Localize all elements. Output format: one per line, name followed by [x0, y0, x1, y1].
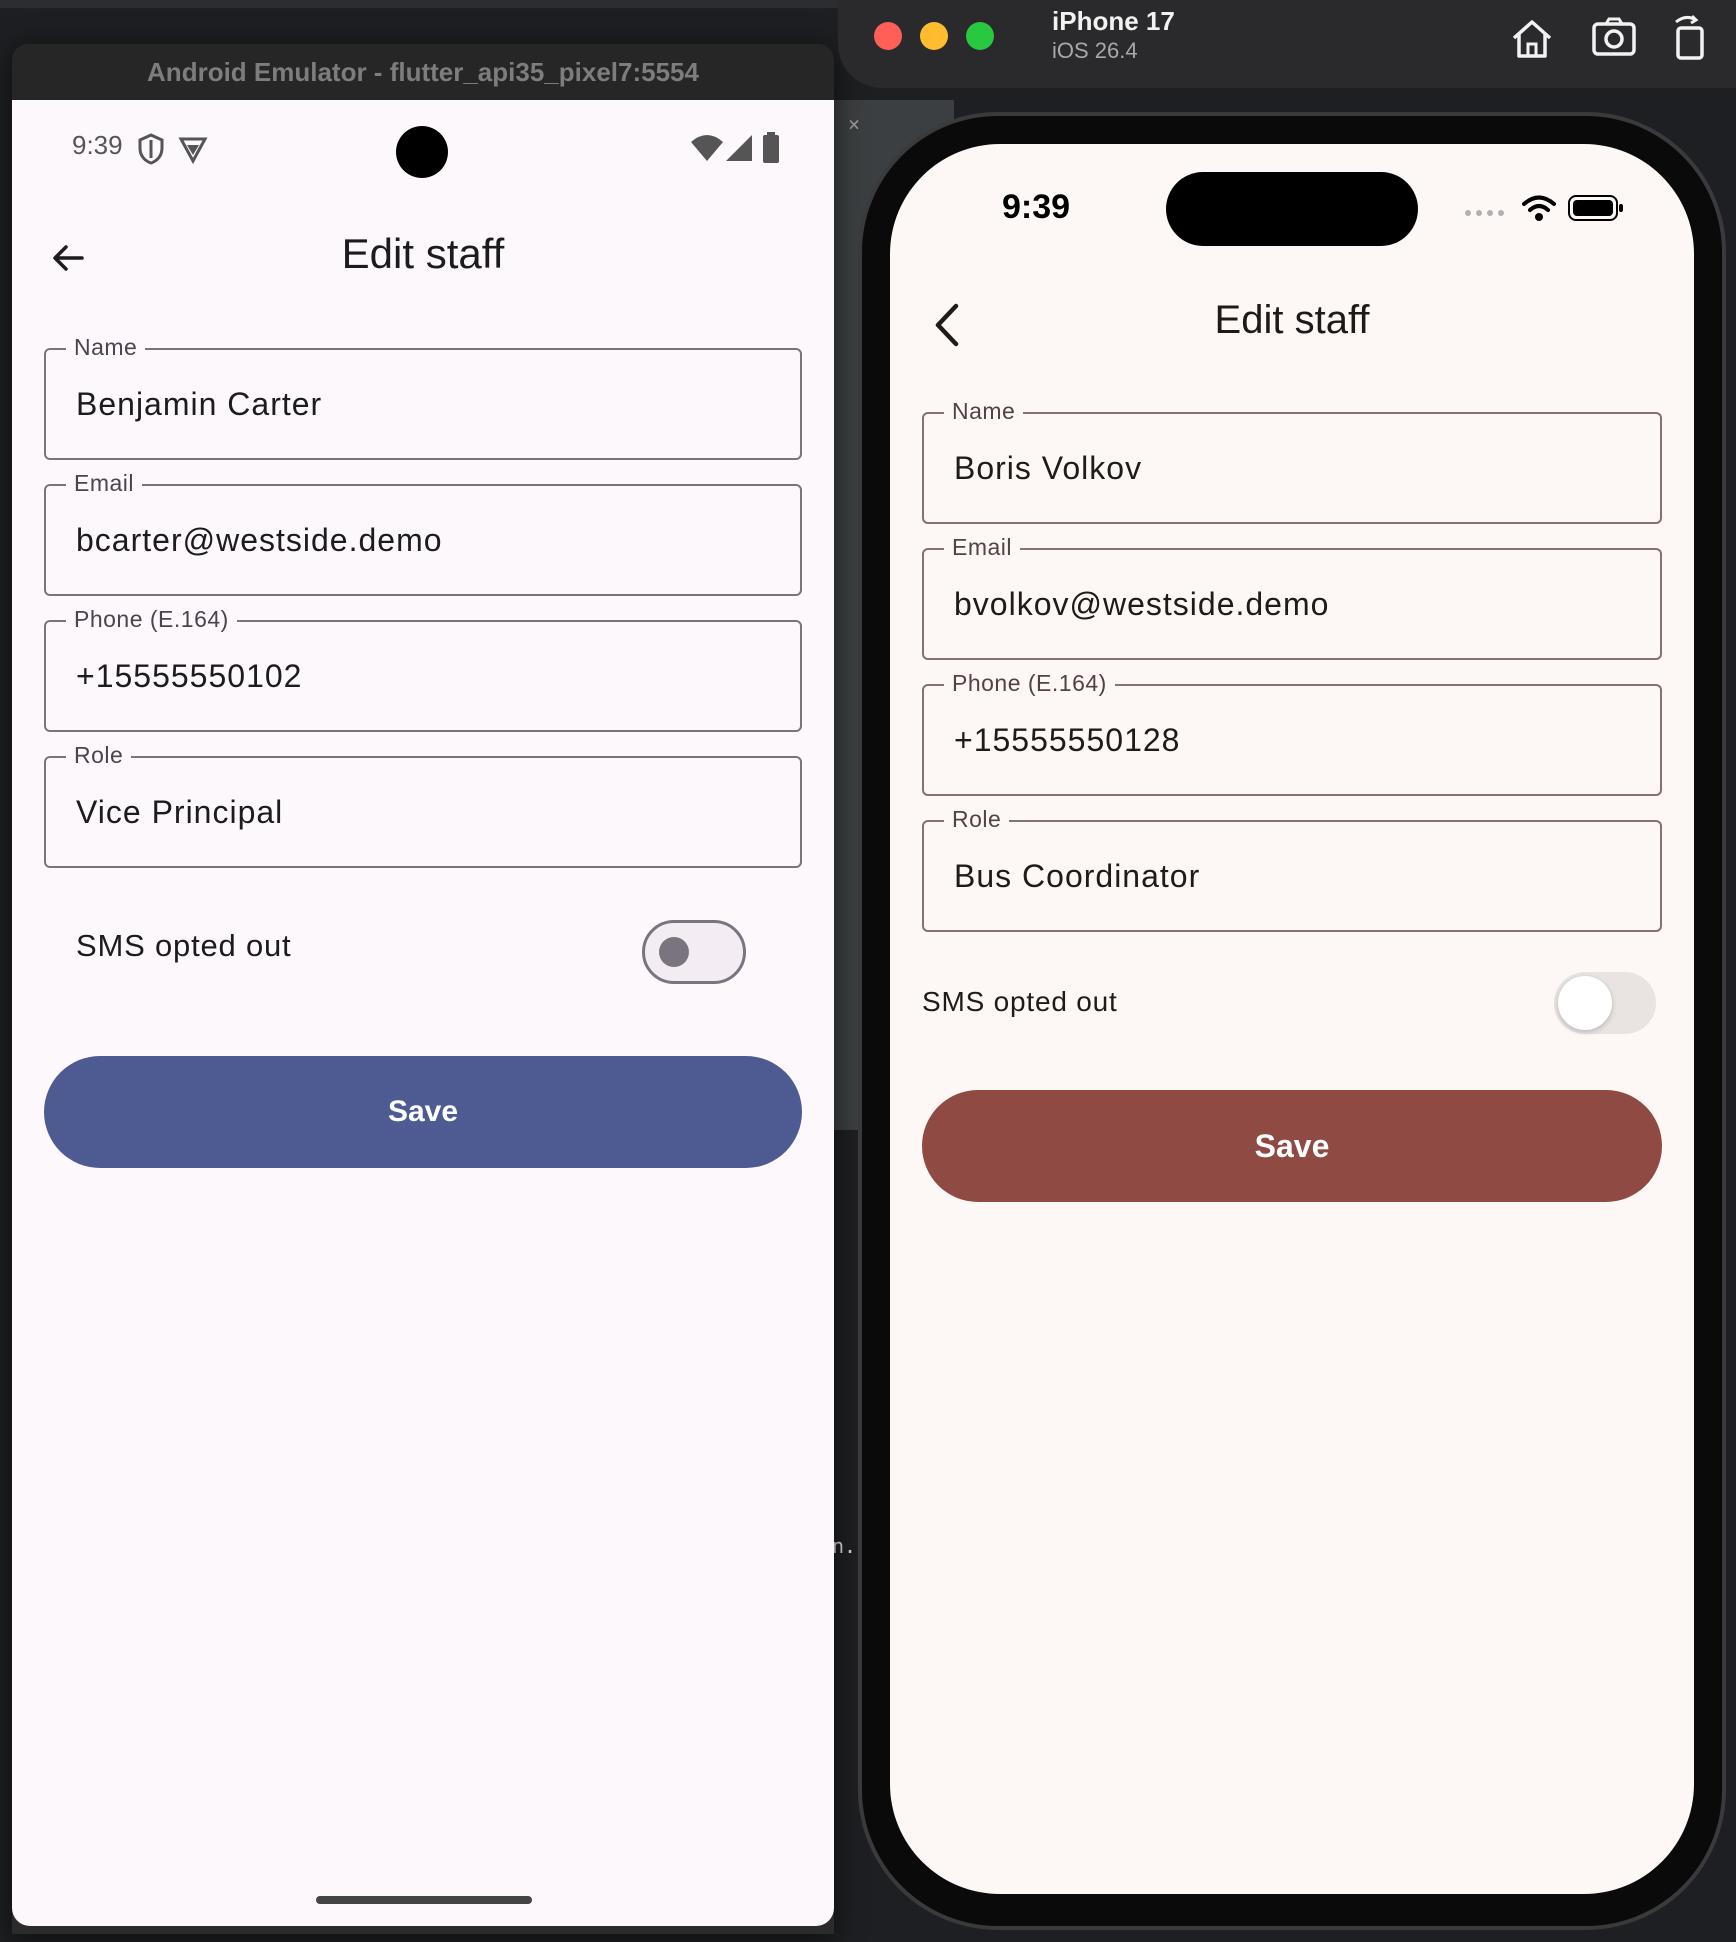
android-window-title: Android Emulator - flutter_api35_pixel7:…: [12, 44, 834, 100]
android-sms-toggle[interactable]: [642, 920, 746, 984]
android-page-title: Edit staff: [341, 230, 505, 277]
android-phone-field[interactable]: Phone (E.164) +15555550102: [44, 606, 802, 732]
name-field-value: Boris Volkov: [954, 449, 1143, 486]
ios-name-field[interactable]: Name Boris Volkov: [922, 398, 1662, 524]
ios-page-title: Edit staff: [1214, 298, 1370, 342]
signal-icon: [726, 135, 752, 161]
ios-screen: 9:39 Edit staff Name Boris Volkov Email …: [890, 144, 1694, 1894]
ios-sms-label: SMS opted out: [922, 986, 1118, 1017]
android-role-field[interactable]: Role Vice Principal: [44, 742, 802, 868]
editor-tab-close[interactable]: ×: [848, 112, 860, 136]
ios-os-version: iOS 26.4: [1052, 38, 1138, 63]
android-name-field[interactable]: Name Benjamin Carter: [44, 334, 802, 460]
rotate-icon[interactable]: [1662, 10, 1718, 66]
ios-save-button[interactable]: Save: [922, 1090, 1662, 1202]
email-field-value: bvolkov@westside.demo: [954, 585, 1330, 622]
ios-phone-field[interactable]: Phone (E.164) +15555550128: [922, 670, 1662, 796]
home-icon[interactable]: [1504, 10, 1560, 66]
android-home-indicator[interactable]: [316, 1896, 532, 1904]
dynamic-island: [1166, 172, 1418, 246]
battery-icon: [1568, 195, 1623, 221]
android-email-field[interactable]: Email bcarter@westside.demo: [44, 470, 802, 596]
battery-icon: [763, 132, 779, 163]
close-window-button[interactable]: [874, 22, 902, 50]
zoom-window-button[interactable]: [966, 22, 994, 50]
android-status-time: 9:39: [72, 130, 123, 160]
ios-device-name: iPhone 17: [1052, 6, 1175, 36]
ios-role-field[interactable]: Role Bus Coordinator: [922, 806, 1662, 932]
phone-field-value: +15555550102: [76, 657, 303, 694]
wifi-icon: [691, 135, 723, 161]
wifi-icon: [1522, 195, 1556, 221]
role-field-value: Vice Principal: [76, 793, 284, 830]
play-protect-icon: [178, 137, 208, 164]
android-save-button[interactable]: Save: [44, 1056, 802, 1168]
role-field-value: Bus Coordinator: [954, 857, 1201, 894]
screenshot-icon[interactable]: [1586, 10, 1642, 66]
ios-email-field[interactable]: Email bvolkov@westside.demo: [922, 534, 1662, 660]
editor-code-fragment: n.: [832, 1534, 857, 1558]
ios-status-time: 9:39: [1002, 188, 1071, 226]
minimize-window-button[interactable]: [920, 22, 948, 50]
name-field-value: Benjamin Carter: [76, 385, 323, 422]
ios-sms-toggle[interactable]: [1554, 972, 1656, 1034]
shield-icon: [138, 133, 164, 165]
email-field-value: bcarter@westside.demo: [76, 521, 443, 558]
phone-field-value: +15555550128: [954, 721, 1181, 758]
cellular-dots-icon: [1465, 210, 1504, 216]
toggle-knob: [659, 937, 689, 967]
toggle-knob: [1558, 976, 1612, 1030]
android-screen: 9:39 Edit staff Name Benjamin Carter Ema…: [12, 100, 834, 1926]
front-camera: [396, 126, 448, 178]
android-sms-label: SMS opted out: [76, 928, 292, 963]
